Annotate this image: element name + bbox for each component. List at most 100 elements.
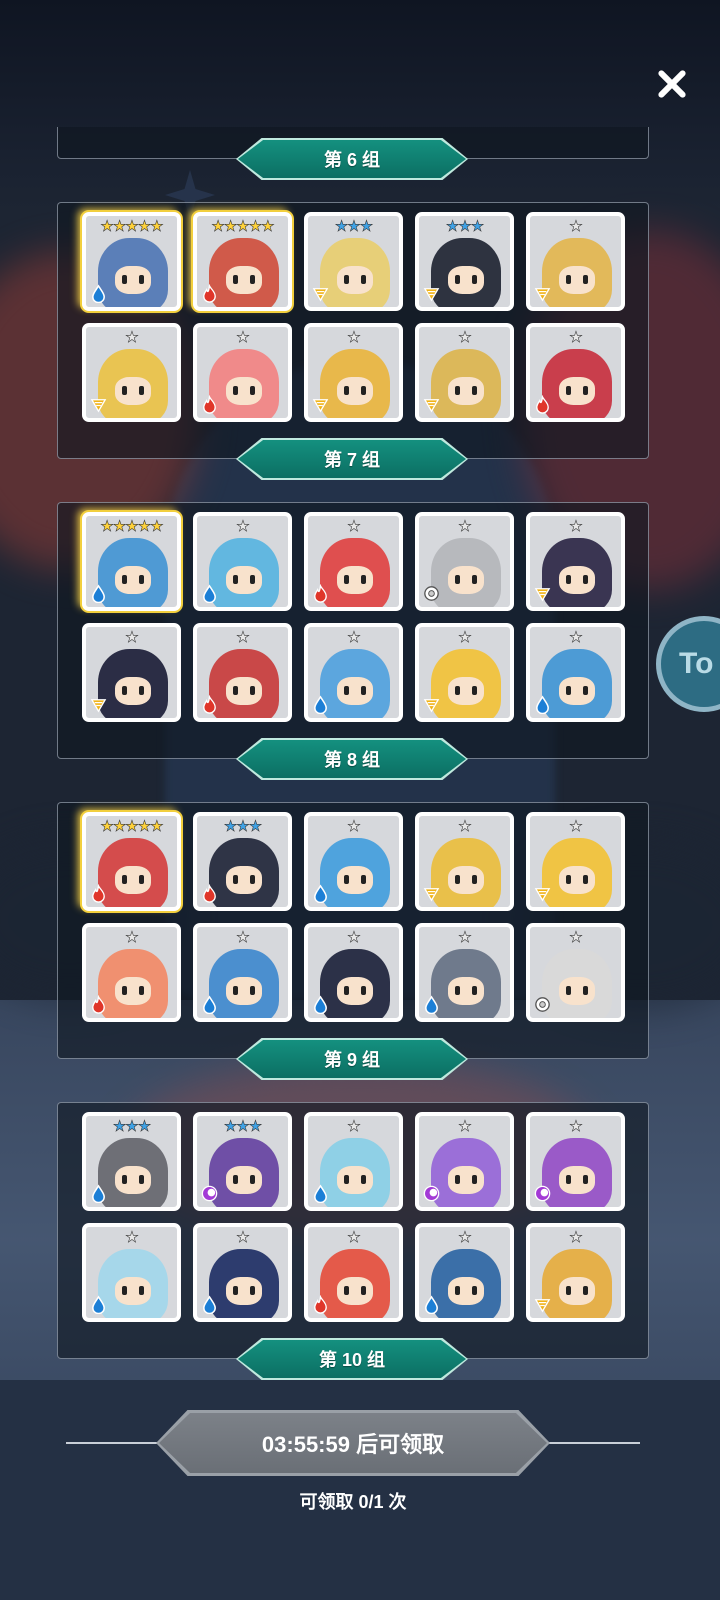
group-banner: 第 7 组	[236, 438, 468, 480]
hero-card[interactable]: ★	[526, 212, 625, 311]
hero-eye	[566, 1286, 571, 1295]
hero-card[interactable]: ★	[526, 512, 625, 611]
group-label: 第 10 组	[238, 1340, 466, 1378]
hero-eye	[344, 1286, 349, 1295]
group-label: 第 9 组	[238, 1040, 466, 1078]
water-element-icon	[89, 1184, 108, 1204]
hero-card[interactable]: ★	[415, 323, 514, 422]
hero-eye	[233, 386, 238, 395]
hero-card[interactable]: ★	[304, 623, 403, 722]
hero-eye	[344, 875, 349, 884]
hero-face	[448, 266, 484, 294]
hero-card[interactable]: ★	[304, 323, 403, 422]
hero-card[interactable]: ★	[415, 1223, 514, 1322]
hero-eye	[566, 386, 571, 395]
hero-card[interactable]: ★	[82, 1223, 181, 1322]
hero-card[interactable]: ★	[526, 923, 625, 1022]
star-rating-icon: ★	[125, 629, 139, 646]
hero-card[interactable]: ★	[193, 512, 292, 611]
hero-face	[337, 1277, 373, 1305]
hero-card[interactable]: ★	[193, 1223, 292, 1322]
group-label: 第 6 组	[238, 140, 466, 178]
fire-element-icon	[311, 1294, 330, 1314]
star-rating-icon: ★★★	[445, 218, 485, 235]
wind-element-icon	[533, 1295, 552, 1314]
hero-card[interactable]: ★	[193, 923, 292, 1022]
hero-card[interactable]: ★★★	[193, 1112, 292, 1211]
light-element-icon	[422, 584, 441, 603]
hero-eye	[233, 1175, 238, 1184]
hero-card[interactable]: ★	[304, 1112, 403, 1211]
hero-face	[337, 677, 373, 705]
hero-card[interactable]: ★	[415, 812, 514, 911]
hero-card[interactable]: ★	[82, 623, 181, 722]
hero-card[interactable]: ★	[415, 1112, 514, 1211]
hero-card[interactable]: ★★★	[193, 812, 292, 911]
hero-card[interactable]: ★	[304, 923, 403, 1022]
group-banner: 第 10 组	[236, 1338, 468, 1380]
hero-card[interactable]: ★	[526, 1223, 625, 1322]
hero-card[interactable]: ★★★	[82, 1112, 181, 1211]
hero-card[interactable]: ★★★★★	[82, 812, 181, 911]
hero-card[interactable]: ★	[193, 323, 292, 422]
water-element-icon	[89, 584, 108, 604]
hero-eye	[233, 575, 238, 584]
star-rating-icon: ★	[569, 818, 583, 835]
hero-card[interactable]: ★	[526, 1112, 625, 1211]
hero-card[interactable]: ★	[82, 323, 181, 422]
hero-card[interactable]: ★★★	[415, 212, 514, 311]
star-rating-icon: ★	[347, 929, 361, 946]
hero-grid: ★★★★★★★★★★★★★★	[82, 1112, 625, 1322]
hero-card[interactable]: ★	[526, 812, 625, 911]
water-element-icon	[311, 995, 330, 1015]
hero-face	[448, 977, 484, 1005]
hero-eye	[566, 1175, 571, 1184]
hero-card[interactable]: ★★★★★	[82, 512, 181, 611]
dark-element-icon	[533, 1184, 552, 1203]
hero-card[interactable]: ★	[304, 1223, 403, 1322]
hero-card[interactable]: ★★★★★	[193, 212, 292, 311]
hero-eye	[455, 386, 460, 395]
hero-card[interactable]: ★★★★★	[82, 212, 181, 311]
claim-button[interactable]: 03:55:59 后可领取	[156, 1410, 550, 1476]
hero-card[interactable]: ★★★	[304, 212, 403, 311]
hero-eye	[250, 1286, 255, 1295]
hero-card[interactable]: ★	[193, 623, 292, 722]
hero-card[interactable]: ★	[304, 512, 403, 611]
hero-eye	[566, 686, 571, 695]
star-rating-icon: ★	[347, 329, 361, 346]
hero-face	[115, 266, 151, 294]
hero-eye	[566, 275, 571, 284]
hero-card[interactable]: ★	[415, 512, 514, 611]
wind-element-icon	[89, 395, 108, 414]
hero-card[interactable]: ★	[304, 812, 403, 911]
water-element-icon	[200, 995, 219, 1015]
wind-element-icon	[533, 884, 552, 903]
hero-eye	[233, 1286, 238, 1295]
hero-face	[337, 266, 373, 294]
close-icon[interactable]	[650, 62, 694, 106]
hero-eye	[566, 986, 571, 995]
hero-card[interactable]: ★	[82, 923, 181, 1022]
hero-eye	[472, 686, 477, 695]
hero-card[interactable]: ★	[526, 323, 625, 422]
hero-eye	[472, 875, 477, 884]
hero-face	[226, 677, 262, 705]
hero-eye	[122, 575, 127, 584]
water-element-icon	[422, 1295, 441, 1315]
hero-card[interactable]: ★	[415, 623, 514, 722]
hero-eye	[139, 686, 144, 695]
hero-eye	[139, 1286, 144, 1295]
hero-face	[226, 566, 262, 594]
group-list[interactable]: 第 6 组 ★★★★★ ★★★★★ ★★★ ★★★ ★ ★ ★ ★ ★ ★ 第 7 组 ★★★★★ ★ ★ ★…	[0, 127, 720, 1380]
star-rating-icon: ★★★★★	[211, 218, 275, 235]
star-rating-icon: ★★★	[112, 1118, 152, 1135]
hero-card[interactable]: ★	[526, 623, 625, 722]
hero-card[interactable]: ★	[415, 923, 514, 1022]
star-rating-icon: ★★★	[334, 218, 374, 235]
water-element-icon	[311, 884, 330, 904]
star-rating-icon: ★	[458, 329, 472, 346]
star-rating-icon: ★	[569, 518, 583, 535]
hero-eye	[250, 575, 255, 584]
hero-eye	[122, 386, 127, 395]
